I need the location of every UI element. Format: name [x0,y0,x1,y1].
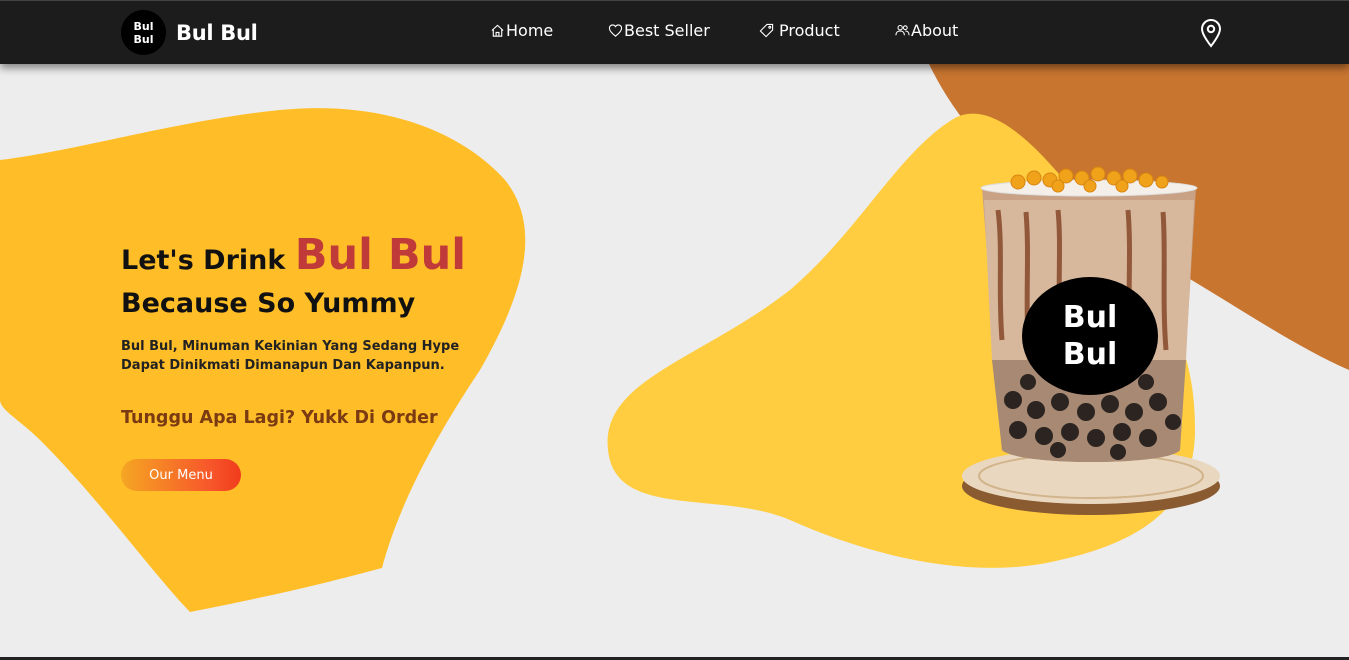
nav-home-link[interactable]: Home [490,21,553,40]
description-line-2: Dapat Dinikmati Dimanapun Dan Kapanpun. [121,358,445,373]
our-menu-button[interactable]: Our Menu [121,459,241,491]
nav-product-label: Product [779,21,840,40]
navbar: Bul Bul Bul Bul Home Best Seller Product [0,0,1349,64]
map-pin-icon[interactable] [1199,18,1223,48]
product-badge: Bul Bul [1022,277,1158,395]
hero-section: Let's Drink Bul Bul Because So Yummy Bul… [121,226,466,491]
cta-text: Tunggu Apa Lagi? Yukk Di Order [121,408,438,428]
users-icon [895,25,910,36]
hero-description: Bul Bul, Minuman Kekinian Yang Sedang Hy… [121,337,461,375]
nav-links: Home Best Seller Product About [0,1,1349,65]
headline-brand: Bul Bul [294,230,466,280]
nav-home-label: Home [506,21,554,40]
nav-about-link[interactable]: About [895,21,958,40]
home-icon [491,24,504,37]
nav-about-label: About [911,21,959,40]
headline-subtitle: Because So Yummy [121,288,416,319]
headline-prefix: Let's Drink [121,245,295,276]
nav-product-link[interactable]: Product [759,21,840,40]
product-badge-text: Bul Bul [1062,300,1118,372]
nav-best-seller-link[interactable]: Best Seller [608,21,710,40]
heart-icon [608,24,623,37]
description-line-1: Bul Bul, Minuman Kekinian Yang Sedang Hy… [121,339,460,354]
tag-icon [759,23,774,38]
nav-best-seller-label: Best Seller [624,21,710,40]
hero-headline: Let's Drink Bul Bul [121,226,466,290]
